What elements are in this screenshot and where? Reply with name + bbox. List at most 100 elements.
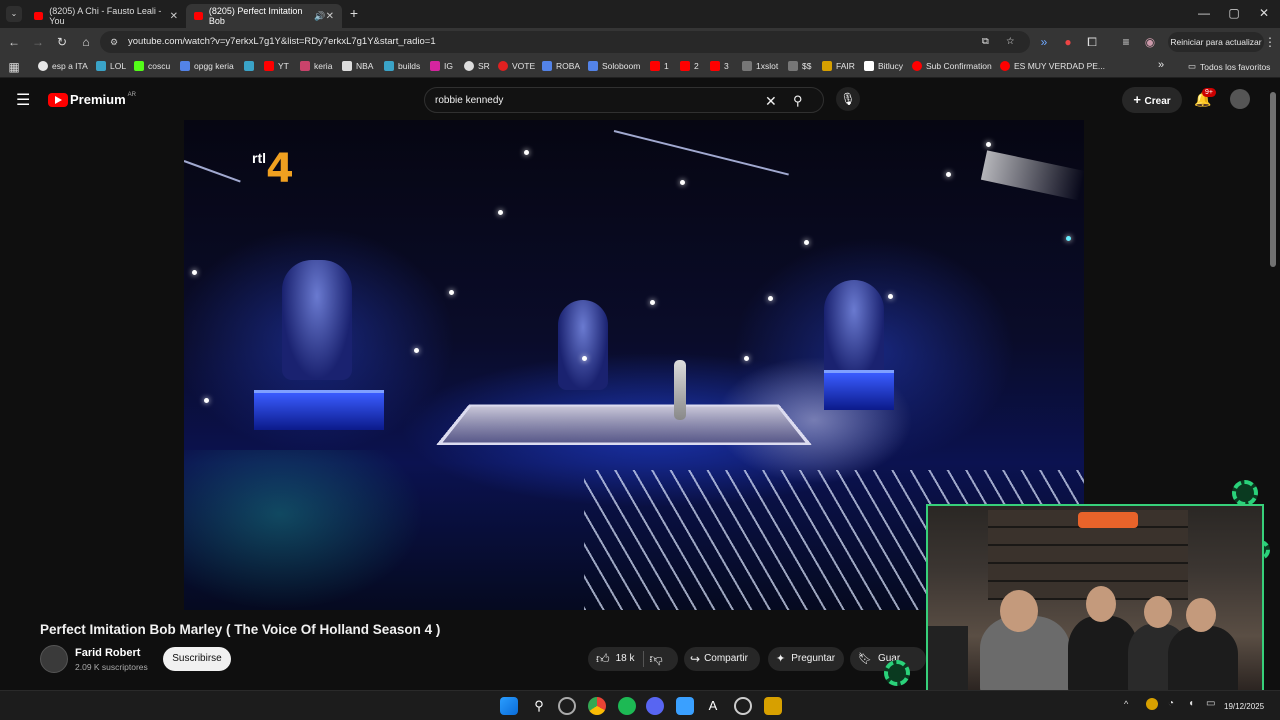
light-spark [888, 294, 893, 299]
install-app-icon[interactable]: ⧉ [982, 31, 989, 53]
subscribe-button[interactable]: Suscribirse [163, 647, 231, 671]
share-button[interactable]: ↪ Compartir [684, 647, 760, 671]
obs-icon[interactable] [734, 697, 752, 715]
hamburger-menu-icon[interactable]: ☰ [16, 90, 30, 110]
person-head [1086, 586, 1116, 622]
bookmark-favicon-icon [134, 61, 144, 71]
reading-list-icon[interactable]: ≡ [1118, 34, 1134, 50]
bookmark-item[interactable]: Soloboom [588, 61, 640, 71]
extensions-puzzle-icon[interactable]: ⧠ [1084, 34, 1100, 50]
extension-icon[interactable]: » [1036, 34, 1052, 50]
extension-badge-icon[interactable]: ● [1060, 34, 1076, 50]
browser-menu-icon[interactable]: ⋮ [1262, 34, 1278, 50]
reload-icon[interactable]: ↻ [54, 34, 70, 50]
youtube-logo[interactable]: Premium AR [48, 92, 136, 107]
bookmark-item[interactable]: FAIR [822, 61, 855, 71]
tab-perfect-imitation[interactable]: (8205) Perfect Imitation Bob 🔊 ✕ [186, 4, 342, 28]
bookmark-item[interactable]: 1xslot [742, 61, 778, 71]
bookmark-favicon-icon [788, 61, 798, 71]
youtube-play-logo-icon [48, 92, 68, 107]
maximize-button[interactable]: ▢ [1226, 5, 1242, 21]
bookmark-item[interactable]: NBA [342, 61, 373, 71]
bookmark-favicon-icon [464, 61, 474, 71]
address-bar[interactable]: ⚙ youtube.com/watch?v=y7erkxL7g1Y&list=R… [100, 31, 1030, 53]
person-head [1144, 596, 1172, 628]
person-black-shirt [1168, 626, 1238, 692]
bookmark-item[interactable]: Bitlucy [864, 61, 903, 71]
app-icon[interactable] [764, 697, 782, 715]
bookmark-item[interactable]: IG [430, 61, 453, 71]
speaker-icon[interactable]: 🔊 [314, 11, 325, 22]
close-tab-icon[interactable]: ✕ [326, 11, 334, 22]
like-count[interactable]: 18 k [616, 647, 635, 671]
windows-start-icon[interactable] [500, 697, 518, 715]
create-button[interactable]: + Crear [1122, 87, 1182, 113]
spotify-icon[interactable] [618, 697, 636, 715]
bookmark-item[interactable]: esp a ITA [38, 61, 88, 71]
bookmark-item[interactable]: keria [300, 61, 332, 71]
bookmark-item[interactable]: 1 [650, 61, 669, 71]
bookmark-item[interactable]: coscu [134, 61, 170, 71]
new-tab-button[interactable]: + [346, 5, 362, 21]
apps-grid-icon[interactable]: ▦ [6, 59, 22, 75]
bookmark-favicon-icon [38, 61, 48, 71]
tab-a-chi[interactable]: (8205) A Chi - Fausto Leali - You ✕ [26, 4, 186, 28]
forward-icon[interactable]: → [30, 34, 46, 50]
wifi-icon[interactable]: ◔ [1168, 698, 1174, 709]
bookmark-item[interactable]: SR [464, 61, 490, 71]
restart-to-update-button[interactable]: Reiniciar para actualizar [1168, 32, 1264, 52]
tray-icon[interactable] [1146, 698, 1158, 710]
bookmark-item[interactable]: VOTE [498, 61, 535, 71]
minimize-button[interactable]: — [1196, 5, 1212, 21]
volume-icon[interactable]: ◖ [1188, 698, 1194, 709]
app-icon[interactable] [558, 697, 576, 715]
tab-search-button[interactable]: ⌄ [6, 6, 22, 22]
notepad-icon[interactable] [676, 697, 694, 715]
search-icon[interactable]: ⚲ [530, 697, 548, 715]
folder-icon: ▭ [1188, 61, 1197, 71]
search-input[interactable]: robbie kennedy ✕ ⚲ [424, 87, 824, 113]
bookmark-item[interactable]: ES MUY VERDAD PE... [1000, 61, 1105, 71]
light-spark [524, 150, 529, 155]
taskbar-date[interactable]: 19/12/2025 [1224, 702, 1264, 711]
home-icon[interactable]: ⌂ [78, 34, 94, 50]
bookmark-item[interactable]: $$ [788, 61, 811, 71]
bookmark-item[interactable]: 3 [710, 61, 729, 71]
account-avatar[interactable] [1230, 89, 1250, 109]
site-info-icon[interactable]: ⚙ [110, 31, 118, 53]
close-window-button[interactable]: ✕ [1256, 5, 1272, 21]
battery-icon[interactable]: ▭ [1206, 698, 1215, 709]
bookmark-item[interactable]: YT [264, 61, 289, 71]
profile-avatar-icon[interactable]: ◉ [1142, 34, 1158, 50]
page-scrollbar[interactable] [1270, 92, 1276, 267]
close-tab-icon[interactable]: ✕ [170, 11, 178, 22]
back-icon[interactable]: ← [6, 34, 22, 50]
voice-search-mic-icon[interactable]: 🎙 [836, 87, 860, 111]
bookmark-favicon-icon [680, 61, 690, 71]
bookmark-item[interactable]: Sub Confirmation [912, 61, 992, 71]
tray-chevron-icon[interactable]: ^ [1124, 699, 1128, 709]
bookmark-item[interactable]: opgg keria [180, 61, 234, 71]
app-a-icon[interactable]: A [704, 697, 722, 715]
stage-light-beam [980, 150, 1084, 201]
channel-name[interactable]: Farid Robert [75, 647, 140, 659]
bookmark-item[interactable]: builds [384, 61, 420, 71]
thumbs-up-icon[interactable]: 👍︎ [596, 647, 610, 671]
thumbs-down-icon[interactable]: 👎︎ [650, 647, 663, 671]
bookmark-item[interactable]: ROBA [542, 61, 580, 71]
bookmark-favicon-icon [864, 61, 874, 71]
channel-avatar[interactable] [40, 645, 68, 673]
chrome-icon[interactable] [588, 697, 606, 715]
light-spark [680, 180, 685, 185]
discord-icon[interactable] [646, 697, 664, 715]
all-favorites-folder[interactable]: ▭ Todos los favoritos [1188, 61, 1270, 72]
clear-search-icon[interactable]: ✕ [765, 88, 777, 114]
bookmarks-overflow-button[interactable]: » [1158, 59, 1164, 71]
bookmark-star-icon[interactable]: ☆ [1006, 31, 1015, 53]
ask-button[interactable]: ✦ Preguntar [768, 647, 844, 671]
bookmark-item[interactable]: LOL [96, 61, 126, 71]
bookmark-item[interactable]: 2 [680, 61, 699, 71]
bookmark-item[interactable] [244, 61, 258, 71]
search-query: robbie kennedy [435, 95, 504, 106]
search-icon[interactable]: ⚲ [793, 88, 803, 114]
